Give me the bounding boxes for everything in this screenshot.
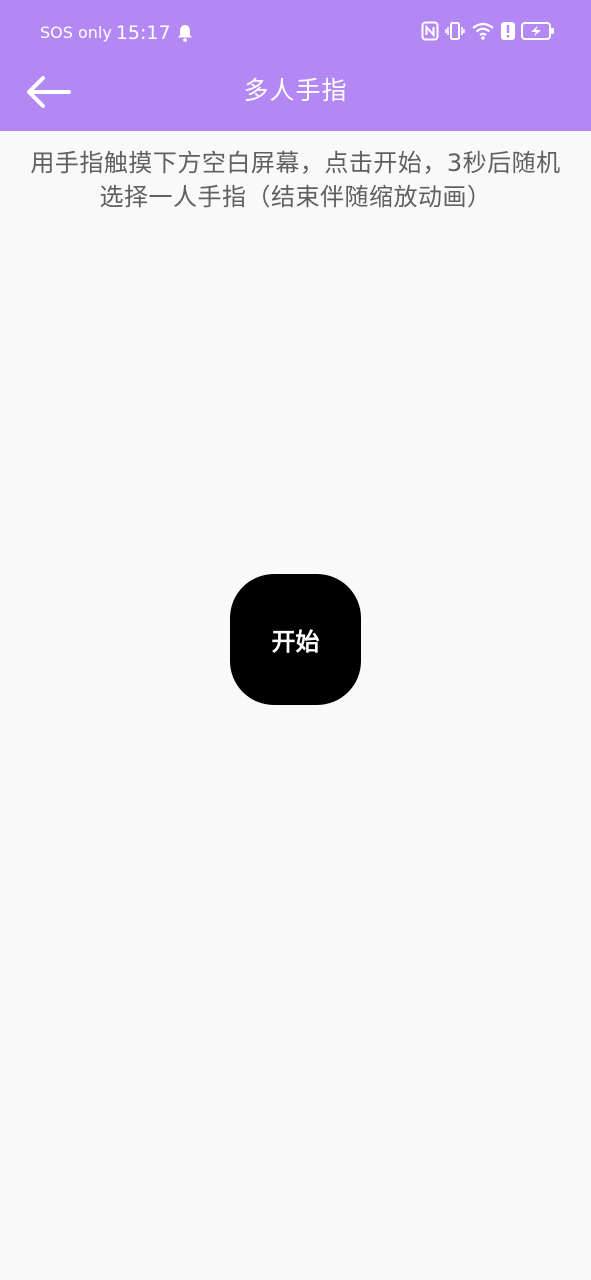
app-bar: 多人手指 bbox=[0, 64, 591, 131]
instruction-text: 用手指触摸下方空白屏幕，点击开始，3秒后随机选择一人手指（结束伴随缩放动画） bbox=[30, 149, 561, 211]
alert-icon bbox=[501, 21, 515, 45]
vibrate-icon bbox=[445, 21, 465, 45]
carrier-label: SOS only bbox=[40, 23, 112, 42]
wifi-icon bbox=[471, 21, 495, 45]
nfc-icon bbox=[421, 21, 439, 45]
page-title: 多人手指 bbox=[243, 76, 348, 105]
touch-area[interactable] bbox=[0, 131, 591, 1280]
clock: 15:17 bbox=[115, 22, 171, 44]
battery-charging-icon bbox=[521, 21, 555, 45]
bell-icon bbox=[177, 24, 193, 42]
status-bar-left: SOS only 15:17 bbox=[40, 20, 193, 46]
status-bar: SOS only 15:17 bbox=[0, 0, 591, 64]
status-bar-right bbox=[415, 20, 555, 46]
start-button[interactable]: 开始 bbox=[230, 574, 361, 705]
